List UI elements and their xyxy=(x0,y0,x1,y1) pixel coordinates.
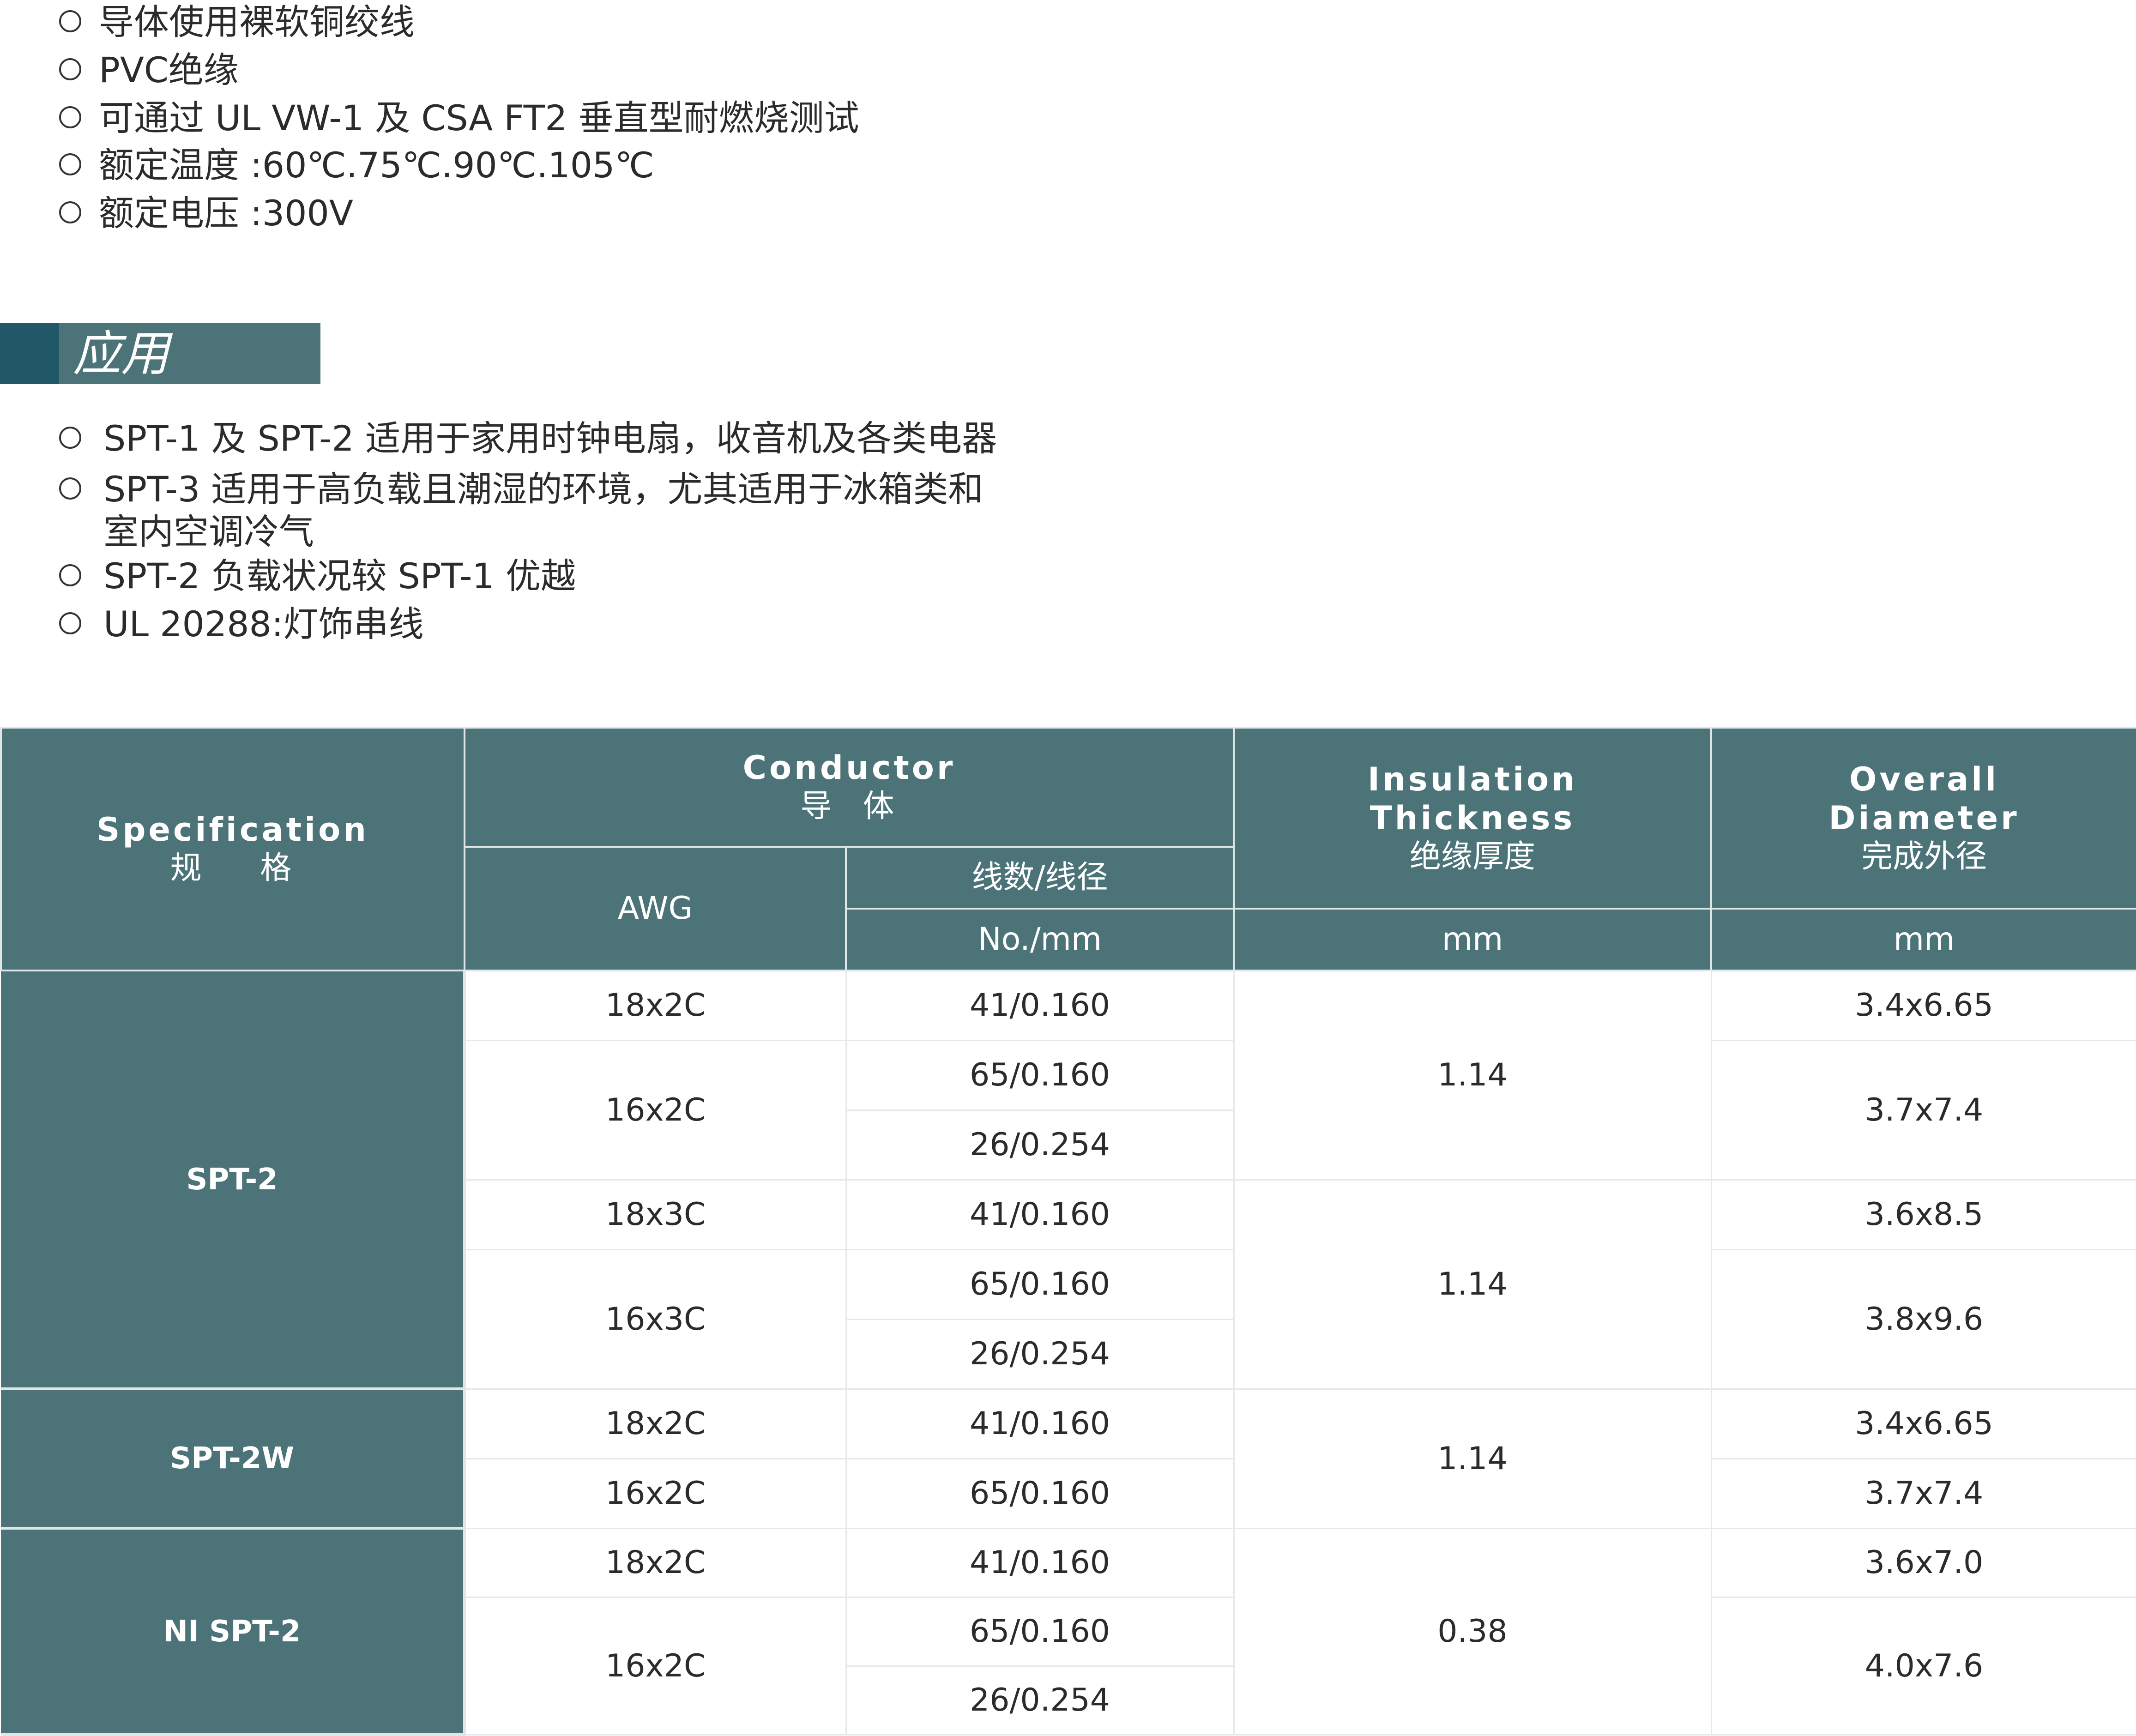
strand-cell: 41/0.160 xyxy=(846,1389,1235,1459)
awg-cell: 16x3C xyxy=(465,1249,847,1390)
section-accent-block xyxy=(0,323,59,384)
header-conductor-en: Conductor xyxy=(742,749,956,787)
header-od-en-2: Diameter xyxy=(1828,799,2020,837)
strand-cell: 65/0.160 xyxy=(846,1249,1235,1320)
circle-bullet-icon xyxy=(59,564,81,586)
header-overall-diameter: Overall Diameter 完成外径 xyxy=(1710,727,2136,910)
circle-bullet-icon xyxy=(59,201,81,223)
diameter-cell: 3.7x7.4 xyxy=(1711,1040,2136,1181)
circle-bullet-icon xyxy=(59,612,81,634)
header-strand-unit: No./mm xyxy=(845,908,1235,971)
header-insulation-en-2: Thickness xyxy=(1370,799,1575,837)
spec-cell: SPT-2 xyxy=(1,970,466,1390)
strand-cell: 65/0.160 xyxy=(846,1459,1235,1529)
awg-cell: 18x2C xyxy=(465,1389,847,1459)
table-row: NI SPT-2 18x2C 41/0.160 0.38 3.6x7.0 xyxy=(1,1528,2136,1736)
awg-cell: 16x2C xyxy=(465,1040,847,1181)
header-strand-label: 线数/线径 xyxy=(971,859,1108,896)
diameter-cell: 4.0x7.6 xyxy=(1711,1597,2136,1736)
application-text: UL 20288:灯饰串线 xyxy=(103,603,424,645)
awg-cell: 16x2C xyxy=(465,1597,847,1736)
diameter-cell: 3.6x8.5 xyxy=(1711,1180,2136,1250)
awg-cell: 18x3C xyxy=(465,1180,847,1250)
header-spec-cn: 规 格 xyxy=(170,850,296,886)
diameter-cell: 3.8x9.6 xyxy=(1711,1249,2136,1390)
diameter-cell: 3.4x6.65 xyxy=(1711,970,2136,1041)
circle-bullet-icon xyxy=(59,477,81,500)
header-conductor-cn: 导 体 xyxy=(800,788,898,825)
header-strand: 线数/线径 xyxy=(845,846,1235,910)
application-section-header: 应用 xyxy=(0,323,320,384)
strand-cell: 65/0.160 xyxy=(846,1040,1235,1111)
feature-text: 可通过 UL VW-1 及 CSA FT2 垂直型耐燃烧测试 xyxy=(99,97,859,139)
table-row: SPT-2 18x2C 41/0.160 1.14 3.4x6.65 xyxy=(1,970,2136,1390)
strand-cell: 26/0.254 xyxy=(846,1666,1235,1736)
insulation-cell: 1.14 xyxy=(1234,1180,1712,1390)
strand-cell: 26/0.254 xyxy=(846,1319,1235,1390)
feature-text: 额定温度 :60℃.75℃.90℃.105℃ xyxy=(99,145,654,186)
strand-cell: 41/0.160 xyxy=(846,1180,1235,1250)
insulation-cell: 1.14 xyxy=(1234,970,1712,1181)
spec-cell: SPT-2W xyxy=(1,1389,466,1530)
header-insulation-en-1: Insulation xyxy=(1368,760,1577,798)
specification-table: Specification 规 格 Conductor 导 体 Insulati… xyxy=(0,727,2136,1736)
header-specification: Specification 规 格 xyxy=(0,727,465,971)
circle-bullet-icon xyxy=(59,106,81,128)
application-text: SPT-1 及 SPT-2 适用于家用时钟电扇，收音机及各类电器 xyxy=(103,418,997,459)
header-spec-en: Specification xyxy=(96,811,369,849)
feature-text: PVC绝缘 xyxy=(99,49,239,90)
diameter-cell: 3.4x6.65 xyxy=(1711,1389,2136,1459)
strand-cell: 41/0.160 xyxy=(846,970,1235,1041)
circle-bullet-icon xyxy=(59,427,81,449)
awg-cell: 16x2C xyxy=(465,1459,847,1529)
header-od-unit-label: mm xyxy=(1893,921,1955,958)
feature-text: 导体使用裸软铜绞线 xyxy=(99,1,415,42)
section-title: 应用 xyxy=(73,326,169,382)
header-od-cn: 完成外径 xyxy=(1861,838,1987,875)
header-od-unit: mm xyxy=(1710,908,2136,971)
circle-bullet-icon xyxy=(59,10,81,32)
application-text: SPT-2 负载状况较 SPT-1 优越 xyxy=(103,555,576,597)
awg-cell: 18x2C xyxy=(465,1528,847,1598)
insulation-cell: 0.38 xyxy=(1234,1528,1712,1736)
header-strand-unit-label: No./mm xyxy=(977,921,1102,958)
header-od-en-1: Overall xyxy=(1849,760,1999,798)
diameter-cell: 3.7x7.4 xyxy=(1711,1459,2136,1529)
circle-bullet-icon xyxy=(59,153,81,175)
header-awg-label: AWG xyxy=(617,890,693,927)
spec-cell: NI SPT-2 xyxy=(1,1528,466,1736)
application-text: SPT-3 适用于高负载且潮湿的环境，尤其适用于冰箱类和 xyxy=(103,469,984,510)
feature-text: 额定电压 :300V xyxy=(99,193,353,234)
header-conductor: Conductor 导 体 xyxy=(464,727,1235,848)
strand-cell: 41/0.160 xyxy=(846,1528,1235,1598)
insulation-cell: 1.14 xyxy=(1234,1389,1712,1529)
awg-cell: 18x2C xyxy=(465,970,847,1041)
strand-cell: 65/0.160 xyxy=(846,1597,1235,1667)
header-insulation-unit-label: mm xyxy=(1442,921,1503,958)
header-awg: AWG xyxy=(464,846,847,971)
header-insulation-cn: 绝缘厚度 xyxy=(1409,838,1535,875)
circle-bullet-icon xyxy=(59,58,81,80)
application-text-continued: 室内空调冷气 xyxy=(103,511,314,552)
header-insulation: Insulation Thickness 绝缘厚度 xyxy=(1233,727,1712,910)
diameter-cell: 3.6x7.0 xyxy=(1711,1528,2136,1598)
table-row: SPT-2W 18x2C 41/0.160 1.14 3.4x6.65 xyxy=(1,1389,2136,1530)
strand-cell: 26/0.254 xyxy=(846,1110,1235,1181)
header-insulation-unit: mm xyxy=(1233,908,1712,971)
